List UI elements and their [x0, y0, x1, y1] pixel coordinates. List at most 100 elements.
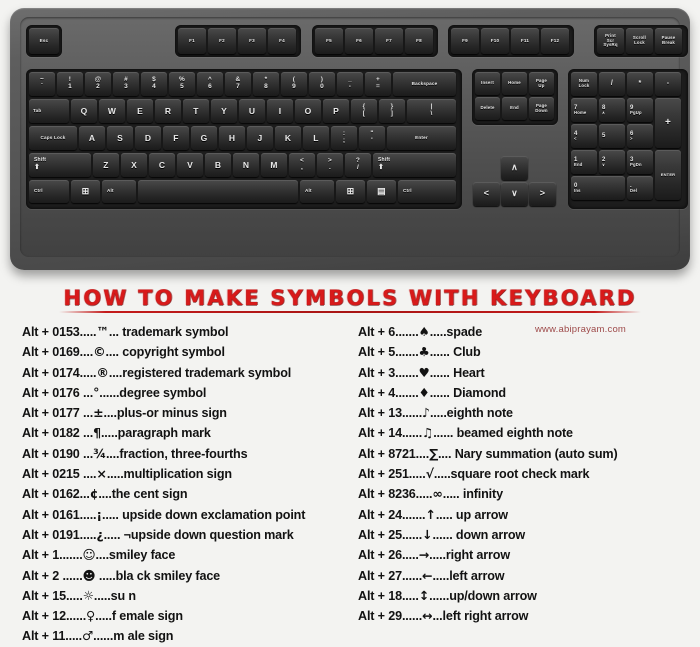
key-delete[interactable]: Delete	[475, 97, 500, 120]
key-backtick[interactable]: ~ `	[29, 72, 55, 96]
key-insert[interactable]: Insert	[475, 72, 500, 95]
key-n[interactable]: N	[233, 153, 259, 177]
key-alt-left[interactable]: Alt	[102, 180, 136, 203]
key-f11[interactable]: F11	[511, 28, 539, 54]
key-7[interactable]: & 7	[225, 72, 251, 96]
key-6[interactable]: ^ 6	[197, 72, 223, 96]
key-numpad-1[interactable]: 1 End	[571, 150, 597, 174]
key-minus[interactable]: _ -	[337, 72, 363, 96]
key-w[interactable]: W	[99, 99, 125, 123]
key-x[interactable]: X	[121, 153, 147, 177]
key-a[interactable]: A	[79, 126, 105, 150]
key-print-screen[interactable]: Print Scr SysRq	[597, 28, 624, 54]
key-numpad-divide[interactable]: /	[599, 72, 625, 96]
key-enter[interactable]: Enter	[387, 126, 456, 150]
key-m[interactable]: M	[261, 153, 287, 177]
key-q[interactable]: Q	[71, 99, 97, 123]
arrow-left-icon[interactable]: <	[473, 182, 500, 206]
key-p[interactable]: P	[323, 99, 349, 123]
key-v[interactable]: V	[177, 153, 203, 177]
key-s[interactable]: S	[107, 126, 133, 150]
key-numpad-add[interactable]: +	[655, 98, 681, 148]
key-numpad-7[interactable]: 7 Home	[571, 98, 597, 122]
key-f1[interactable]: F1	[178, 28, 206, 54]
key-f[interactable]: F	[163, 126, 189, 150]
key-i[interactable]: I	[267, 99, 293, 123]
key-5[interactable]: % 5	[169, 72, 195, 96]
key-home[interactable]: Home	[502, 72, 527, 95]
key-c[interactable]: C	[149, 153, 175, 177]
key-slash[interactable]: ? /	[345, 153, 371, 177]
key-scroll-lock[interactable]: Scroll Lock	[626, 28, 653, 54]
key-f4[interactable]: F4	[268, 28, 296, 54]
key-bracket-right[interactable]: }]	[379, 99, 405, 123]
key-o[interactable]: O	[295, 99, 321, 123]
key-1[interactable]: ! 1	[57, 72, 83, 96]
key-numpad-0[interactable]: 0 Ins	[571, 176, 625, 200]
key-numpad-subtract[interactable]: -	[655, 72, 681, 96]
key-ctrl-left[interactable]: Ctrl	[29, 180, 69, 203]
key-numpad-4[interactable]: 4 <	[571, 124, 597, 148]
key-comma[interactable]: <,	[289, 153, 315, 177]
key-f6[interactable]: F6	[345, 28, 373, 54]
key-z[interactable]: Z	[93, 153, 119, 177]
key-8[interactable]: * 8	[253, 72, 279, 96]
key-f3[interactable]: F3	[238, 28, 266, 54]
key-f7[interactable]: F7	[375, 28, 403, 54]
key-end[interactable]: End	[502, 97, 527, 120]
key-9[interactable]: (9	[281, 72, 307, 96]
key-f10[interactable]: F10	[481, 28, 509, 54]
key-b[interactable]: B	[205, 153, 231, 177]
key-e[interactable]: E	[127, 99, 153, 123]
key-backslash[interactable]: | \	[407, 99, 456, 123]
key-k[interactable]: K	[275, 126, 301, 150]
key-shift-right[interactable]: Shift ⬆	[373, 153, 456, 177]
context-menu-icon[interactable]: ▤	[367, 180, 396, 203]
key-numpad-2[interactable]: 2 ∨	[599, 150, 625, 174]
key-numpad-decimal[interactable]: . Del	[627, 176, 653, 200]
key-shift-left[interactable]: Shift ⬆	[29, 153, 91, 177]
windows-left-icon[interactable]: ⊞	[71, 180, 100, 203]
arrow-right-icon[interactable]: >	[529, 182, 556, 206]
key-numpad-8[interactable]: 8 ∧	[599, 98, 625, 122]
key-4[interactable]: $4	[141, 72, 167, 96]
key-g[interactable]: G	[191, 126, 217, 150]
key-numpad-9[interactable]: 9 PgUp	[627, 98, 653, 122]
key-page-down[interactable]: Page Down	[529, 97, 554, 120]
key-y[interactable]: Y	[211, 99, 237, 123]
key-3[interactable]: #3	[113, 72, 139, 96]
key-f2[interactable]: F2	[208, 28, 236, 54]
key-equals[interactable]: + =	[365, 72, 391, 96]
key-f12[interactable]: F12	[541, 28, 569, 54]
arrow-down-icon[interactable]: ∨	[501, 182, 528, 206]
key-numpad-multiply[interactable]: *	[627, 72, 653, 96]
key-h[interactable]: H	[219, 126, 245, 150]
key-d[interactable]: D	[135, 126, 161, 150]
key-page-up[interactable]: Page Up	[529, 72, 554, 95]
key-2[interactable]: @2	[85, 72, 111, 96]
key-j[interactable]: J	[247, 126, 273, 150]
key-l[interactable]: L	[303, 126, 329, 150]
key-quote[interactable]: " '	[359, 126, 385, 150]
key-escape[interactable]: Esc	[29, 28, 59, 54]
key-caps-lock[interactable]: Caps Lock	[29, 126, 77, 150]
key-period[interactable]: >.	[317, 153, 343, 177]
key-semicolon[interactable]: :;	[331, 126, 357, 150]
key-space[interactable]	[138, 180, 298, 203]
key-t[interactable]: T	[183, 99, 209, 123]
key-bracket-left[interactable]: {[	[351, 99, 377, 123]
windows-right-icon[interactable]: ⊞	[336, 180, 365, 203]
key-alt-right[interactable]: Alt	[300, 180, 334, 203]
key-numpad-5[interactable]: 5	[599, 124, 625, 148]
key-numpad-6[interactable]: 6 >	[627, 124, 653, 148]
key-tab[interactable]: Tab	[29, 99, 69, 123]
key-ctrl-right[interactable]: Ctrl	[398, 180, 456, 203]
key-numpad-enter[interactable]: ENTER	[655, 150, 681, 200]
key-f8[interactable]: F8	[405, 28, 433, 54]
arrow-up-icon[interactable]: ∧	[501, 156, 528, 180]
key-backspace[interactable]: Backspace	[393, 72, 456, 96]
key-numpad-3[interactable]: 3 PgDn	[627, 150, 653, 174]
key-num-lock[interactable]: Num Lock	[571, 72, 597, 96]
key-u[interactable]: U	[239, 99, 265, 123]
key-pause-break[interactable]: Pause Break	[655, 28, 682, 54]
